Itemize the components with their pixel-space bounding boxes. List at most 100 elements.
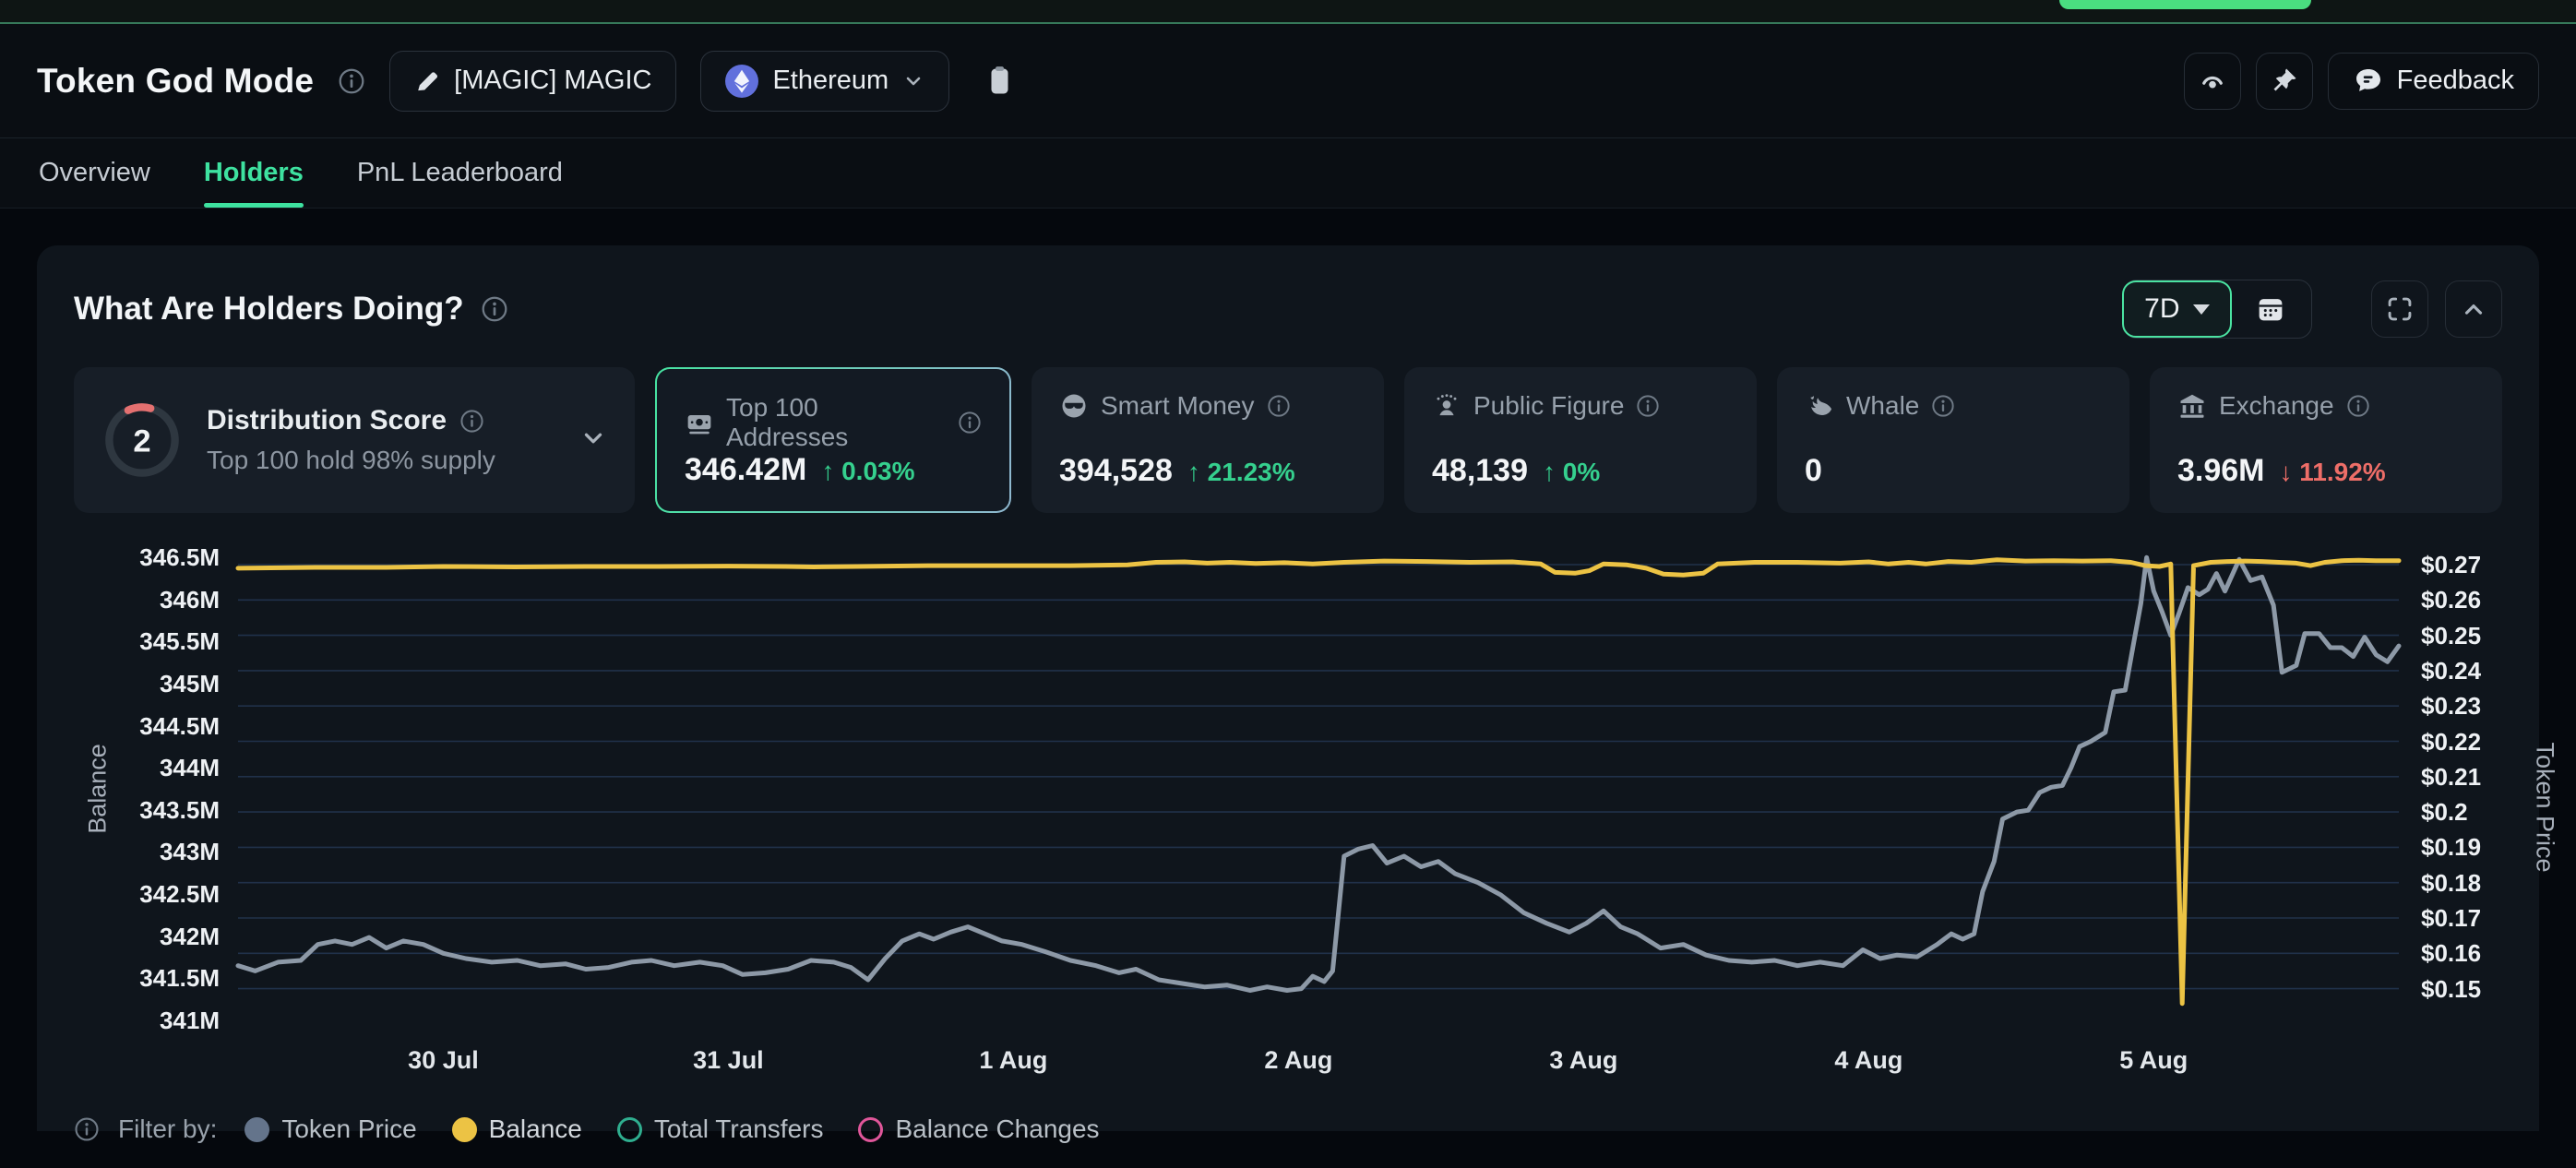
filter-option-balance[interactable]: Balance bbox=[452, 1114, 582, 1144]
stat-card-top100-addresses[interactable]: Top 100 Addresses 346.42M ↑ 0.03% bbox=[655, 367, 1011, 513]
info-icon[interactable] bbox=[74, 1116, 100, 1142]
date-axis-tick: 3 Aug bbox=[1519, 1046, 1648, 1075]
info-icon[interactable] bbox=[1931, 394, 1955, 418]
price-axis-tick: $0.15 bbox=[2421, 975, 2481, 1004]
legend-dot bbox=[244, 1117, 269, 1142]
legend-dot bbox=[452, 1117, 477, 1142]
info-icon[interactable] bbox=[338, 67, 365, 95]
filter-options: Token Price Balance Total Transfers Balance… bbox=[244, 1114, 1099, 1144]
ethereum-logo-icon bbox=[725, 65, 758, 98]
price-axis-tick: $0.16 bbox=[2421, 939, 2481, 968]
stat-value: 3.96M bbox=[2177, 453, 2265, 489]
stat-change: ↓ 11.92% bbox=[2280, 458, 2386, 487]
info-icon[interactable] bbox=[958, 411, 982, 435]
balance-axis-tick: 343M bbox=[74, 838, 220, 866]
stat-card-exchange[interactable]: Exchange 3.96M ↓ 11.92% bbox=[2150, 367, 2502, 513]
holder-stats-row: 2 Distribution Score Top 100 hold 98% su… bbox=[74, 367, 2502, 513]
cash-icon bbox=[685, 408, 714, 437]
edit-pencil-icon bbox=[414, 68, 440, 94]
series-line-token-price bbox=[238, 557, 2399, 990]
balance-axis-tick: 341M bbox=[74, 1007, 220, 1035]
header-bar: Token God Mode [MAGIC] MAGIC Ethereum bbox=[0, 24, 2576, 138]
stat-label: Distribution Score bbox=[207, 405, 447, 436]
tab-pnl-leaderboard[interactable]: PnL Leaderboard bbox=[357, 138, 563, 208]
filter-option-balance-changes[interactable]: Balance Changes bbox=[858, 1114, 1099, 1144]
filter-option-total-transfers[interactable]: Total Transfers bbox=[617, 1114, 824, 1144]
stat-card-smart-money[interactable]: Smart Money 394,528 ↑ 21.23% bbox=[1032, 367, 1384, 513]
distribution-subtitle: Top 100 hold 98% supply bbox=[207, 446, 495, 475]
legend-label: Token Price bbox=[281, 1114, 416, 1144]
active-tab-indicator bbox=[2059, 0, 2311, 9]
tab-holders[interactable]: Holders bbox=[204, 138, 304, 208]
chart-filter-row: Filter by: Token Price Balance Total Trans… bbox=[74, 1109, 2502, 1150]
price-axis-tick: $0.24 bbox=[2421, 657, 2481, 685]
feedback-button[interactable]: Feedback bbox=[2328, 53, 2539, 110]
date-axis-tick: 31 Jul bbox=[663, 1046, 793, 1075]
info-icon[interactable] bbox=[481, 295, 508, 323]
stat-card-distribution-score[interactable]: 2 Distribution Score Top 100 hold 98% su… bbox=[74, 367, 635, 513]
stat-label: Exchange bbox=[2219, 391, 2334, 421]
chevron-down-icon bbox=[902, 70, 924, 92]
stat-card-whale[interactable]: Whale 0 bbox=[1777, 367, 2129, 513]
stat-change: ↑ 0.03% bbox=[821, 457, 914, 486]
copy-icon bbox=[984, 65, 1013, 98]
date-axis-tick: 4 Aug bbox=[1804, 1046, 1933, 1075]
chart-plot[interactable] bbox=[74, 546, 2502, 1096]
collapse-button[interactable] bbox=[2445, 280, 2502, 338]
date-axis-tick: 1 Aug bbox=[948, 1046, 1078, 1075]
series-line-balance bbox=[238, 560, 2399, 1004]
filter-by-label: Filter by: bbox=[118, 1114, 217, 1144]
price-axis-tick: $0.21 bbox=[2421, 763, 2481, 792]
holders-chart[interactable]: 346.5M346M345.5M345M344.5M344M343.5M343M… bbox=[74, 546, 2502, 1096]
smart-money-icon bbox=[1059, 391, 1089, 421]
balance-axis-tick: 342.5M bbox=[74, 880, 220, 909]
filter-option-token-price[interactable]: Token Price bbox=[244, 1114, 416, 1144]
calendar-button[interactable] bbox=[2230, 280, 2311, 338]
pin-icon bbox=[2269, 66, 2300, 97]
fullscreen-icon bbox=[2385, 294, 2415, 324]
legend-label: Balance bbox=[489, 1114, 582, 1144]
info-icon[interactable] bbox=[2346, 394, 2370, 418]
balance-axis-tick: 346.5M bbox=[74, 543, 220, 572]
page-title: Token God Mode bbox=[37, 62, 314, 101]
legend-dot bbox=[858, 1117, 883, 1142]
tab-overview[interactable]: Overview bbox=[39, 138, 150, 208]
stat-card-public-figure[interactable]: Public Figure 48,139 ↑ 0% bbox=[1404, 367, 1757, 513]
stat-change: ↑ 21.23% bbox=[1187, 458, 1295, 487]
speech-bubble-icon bbox=[2353, 66, 2384, 97]
app-root: Token God Mode [MAGIC] MAGIC Ethereum bbox=[0, 0, 2576, 1168]
date-axis-tick: 5 Aug bbox=[2089, 1046, 2218, 1075]
holders-panel: What Are Holders Doing? 7D bbox=[37, 245, 2539, 1131]
price-axis-tick: $0.26 bbox=[2421, 586, 2481, 614]
chevron-down-icon[interactable] bbox=[579, 424, 607, 457]
stat-value: 48,139 bbox=[1432, 453, 1528, 489]
info-icon[interactable] bbox=[459, 409, 484, 434]
info-icon[interactable] bbox=[1636, 394, 1660, 418]
pin-button[interactable] bbox=[2256, 53, 2313, 110]
browser-strip bbox=[0, 0, 2576, 24]
balance-axis-tick: 346M bbox=[74, 586, 220, 614]
info-icon[interactable] bbox=[1267, 394, 1291, 418]
token-select-button[interactable]: [MAGIC] MAGIC bbox=[389, 51, 676, 112]
chain-select-label: Ethereum bbox=[772, 66, 888, 96]
stat-label: Smart Money bbox=[1101, 391, 1255, 421]
distribution-score-value: 2 bbox=[133, 424, 150, 459]
fullscreen-button[interactable] bbox=[2371, 280, 2428, 338]
panel-header: What Are Holders Doing? 7D bbox=[74, 279, 2502, 340]
price-axis-tick: $0.25 bbox=[2421, 622, 2481, 650]
range-7d-dropdown[interactable]: 7D bbox=[2122, 280, 2231, 338]
watch-mode-button[interactable] bbox=[2184, 53, 2241, 110]
balance-axis-tick: 342M bbox=[74, 923, 220, 951]
chevron-up-icon bbox=[2460, 295, 2487, 323]
chain-select-button[interactable]: Ethereum bbox=[700, 51, 949, 112]
balance-axis-tick: 345.5M bbox=[74, 627, 220, 656]
stat-value: 394,528 bbox=[1059, 453, 1173, 489]
legend-label: Balance Changes bbox=[895, 1114, 1099, 1144]
whale-icon bbox=[1805, 391, 1834, 421]
copy-address-button[interactable] bbox=[973, 56, 1023, 106]
stat-label: Top 100 Addresses bbox=[726, 393, 946, 452]
price-axis-tick: $0.27 bbox=[2421, 551, 2481, 579]
stat-value: 0 bbox=[1805, 453, 1822, 489]
balance-axis-tick: 341.5M bbox=[74, 964, 220, 993]
legend-dot bbox=[617, 1117, 642, 1142]
